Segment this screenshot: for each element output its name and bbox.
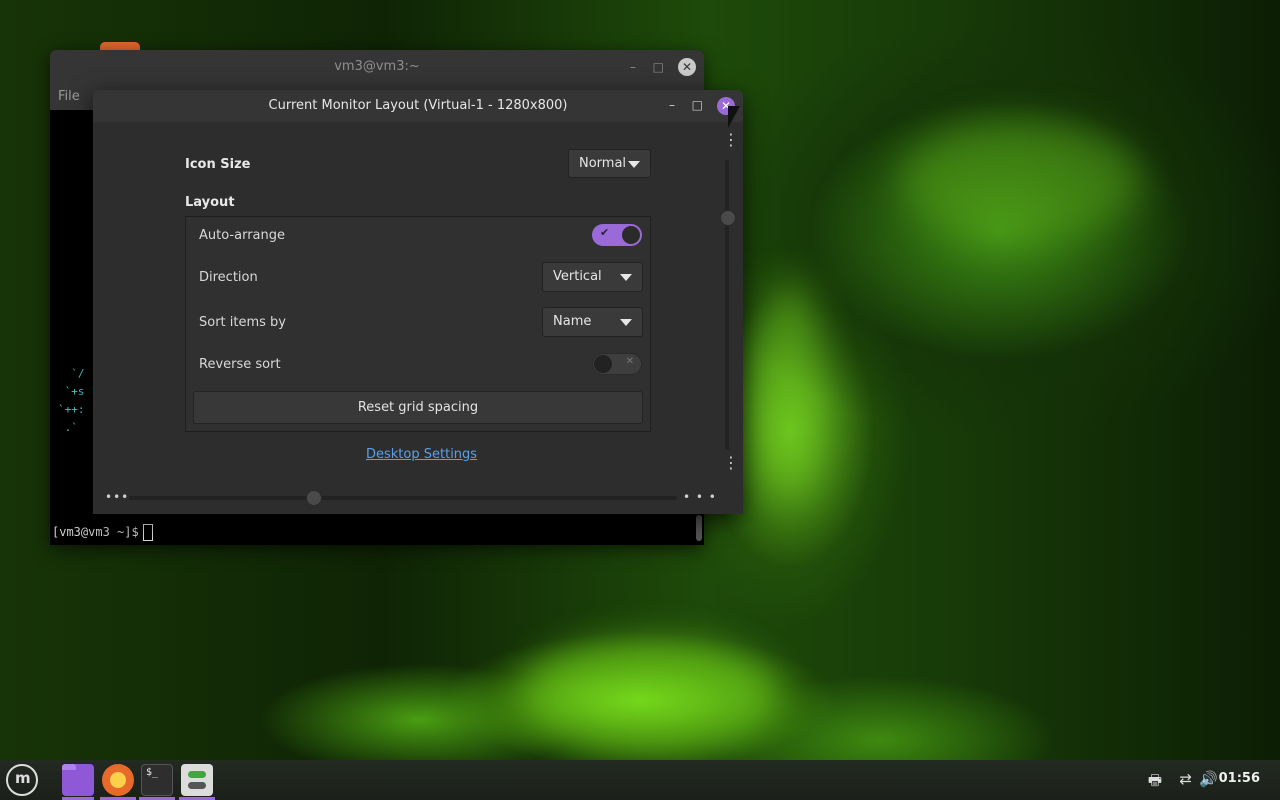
switch-knob (622, 226, 640, 244)
dialog-minimize-button[interactable]: – (669, 90, 675, 122)
vertical-scrollbar-track[interactable] (725, 160, 729, 450)
dialog-titlebar[interactable]: Current Monitor Layout (Virtual-1 - 1280… (93, 90, 743, 122)
icon-size-combo[interactable]: Normal (568, 149, 651, 178)
chevron-down-icon (620, 274, 632, 281)
settings-toggle-icon[interactable] (181, 764, 213, 796)
firefox-inner-shape (110, 772, 126, 788)
drag-handle-right[interactable]: • • • (683, 490, 717, 504)
terminal-menu-file[interactable]: File (58, 89, 80, 104)
horizontal-scrollbar-thumb[interactable] (306, 490, 322, 506)
volume-icon[interactable]: 🔊 (1199, 770, 1218, 788)
terminal-close-button[interactable]: ✕ (678, 58, 696, 76)
terminal-prompt-text: [vm3@vm3 ~]$ (52, 525, 139, 539)
auto-arrange-switch[interactable]: ✔ (592, 224, 642, 246)
chevron-down-icon (628, 161, 640, 168)
monitor-layout-dialog[interactable]: Current Monitor Layout (Virtual-1 - 1280… (93, 90, 743, 514)
terminal-title: vm3@vm3:~ (334, 59, 420, 74)
wallpaper-glow (520, 640, 780, 750)
direction-combo[interactable]: Vertical (542, 262, 643, 292)
drag-handle-left[interactable]: ••• (105, 490, 129, 504)
direction-label: Direction (199, 270, 258, 285)
sort-value: Name (553, 314, 592, 329)
dialog-maximize-button[interactable]: □ (692, 90, 703, 122)
terminal-cursor (142, 524, 153, 541)
printer-icon[interactable]: 🖶 (1148, 770, 1162, 795)
mouse-pointer-icon (728, 106, 740, 128)
terminal-icon[interactable]: $_ (141, 764, 173, 796)
mint-menu-icon[interactable]: m (6, 764, 38, 796)
toggle-shape-top (188, 771, 206, 778)
drag-handle-top[interactable]: ⋮ (723, 130, 740, 149)
mint-logo-glyph: m (15, 769, 31, 787)
direction-value: Vertical (553, 269, 602, 284)
terminal-scrollbar[interactable] (696, 515, 702, 541)
terminal-glyph: $_ (146, 767, 159, 778)
cross-icon: ✕ (625, 356, 634, 367)
taskbar: m $_ 🖶 ⇄ 🔊 01:56 (0, 760, 1280, 800)
desktop-settings-link[interactable]: Desktop Settings (366, 447, 477, 462)
terminal-ascii-art: `/ `+s `++: .` (58, 367, 85, 434)
drag-handle-bottom[interactable]: ⋮ (723, 453, 740, 472)
reset-grid-spacing-button[interactable]: Reset grid spacing (193, 391, 643, 424)
reverse-sort-label: Reverse sort (199, 357, 281, 372)
wallpaper-glow (760, 280, 820, 500)
terminal-minimize-button[interactable]: – (630, 50, 636, 84)
terminal-titlebar[interactable]: vm3@vm3:~ – □ ✕ (50, 50, 704, 84)
layout-heading: Layout (185, 195, 235, 210)
vertical-scrollbar-thumb[interactable] (720, 210, 736, 226)
dialog-title: Current Monitor Layout (Virtual-1 - 1280… (268, 98, 568, 113)
sort-combo[interactable]: Name (542, 307, 643, 337)
auto-arrange-label: Auto-arrange (199, 228, 285, 243)
check-icon: ✔ (600, 226, 610, 239)
chevron-down-icon (620, 319, 632, 326)
clock[interactable]: 01:56 (1219, 771, 1260, 786)
folder-tab-shape (62, 764, 76, 770)
icon-size-label: Icon Size (185, 157, 251, 172)
files-icon[interactable] (62, 764, 94, 796)
reverse-sort-switch[interactable]: ✕ (592, 353, 642, 375)
terminal-prompt[interactable]: [vm3@vm3 ~]$ (52, 524, 153, 541)
terminal-maximize-button[interactable]: □ (653, 50, 664, 84)
icon-size-value: Normal (579, 156, 627, 171)
switch-knob (594, 355, 612, 373)
firefox-icon[interactable] (102, 764, 134, 796)
sort-label: Sort items by (199, 315, 287, 330)
wallpaper-glow (900, 120, 1140, 240)
horizontal-scrollbar-track[interactable] (129, 496, 677, 500)
network-icon[interactable]: ⇄ (1179, 770, 1192, 788)
toggle-shape-bottom (188, 782, 206, 789)
